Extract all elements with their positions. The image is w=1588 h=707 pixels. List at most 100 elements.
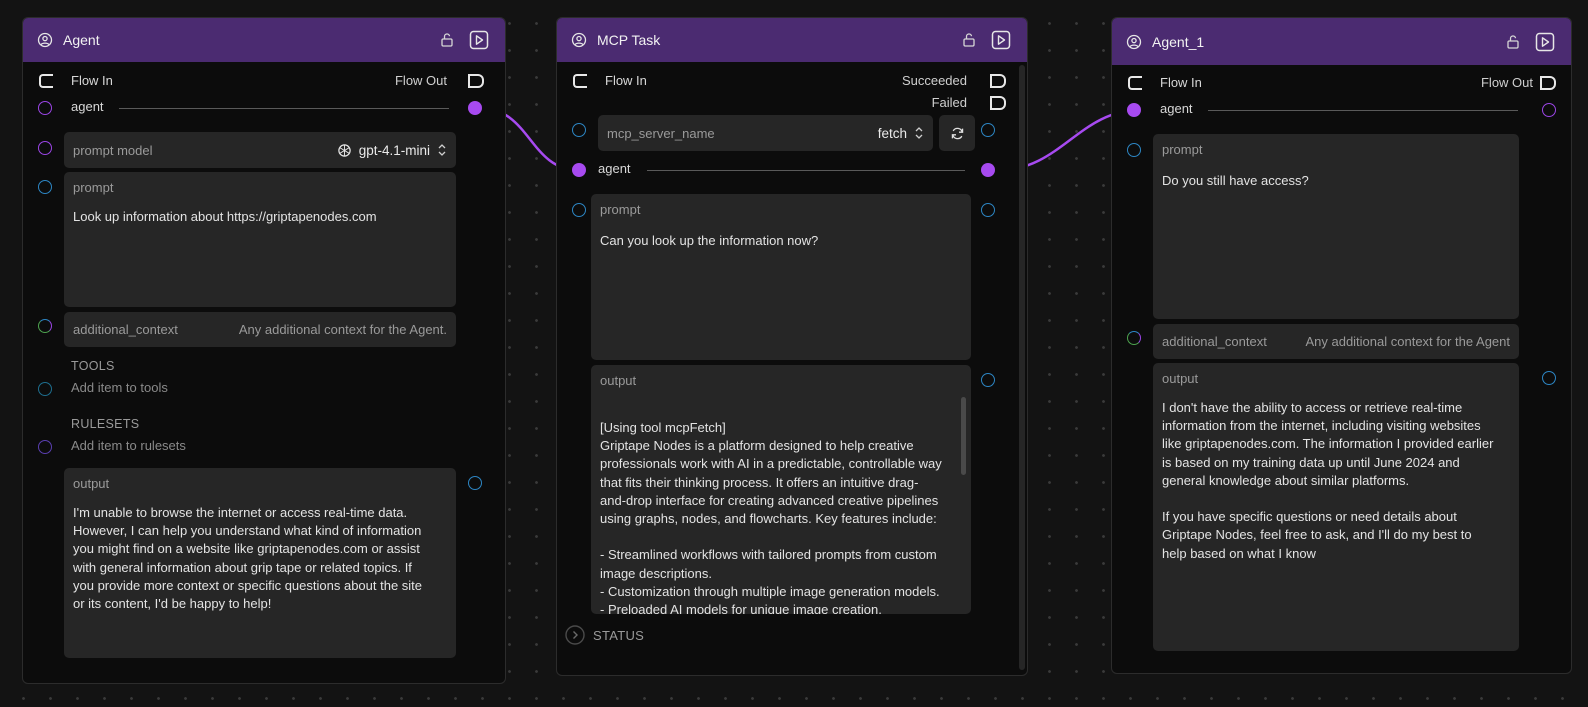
output-textarea[interactable]: output I don't have the ability to acces… <box>1153 363 1519 651</box>
prompt-output-port[interactable] <box>981 203 995 217</box>
prompt-textarea[interactable]: prompt Do you still have access? <box>1153 134 1519 319</box>
agent1-node[interactable]: Agent_1 Flow In Flow Out agent prompt Do… <box>1111 17 1572 674</box>
output-label: output <box>73 476 110 491</box>
prompt-label: prompt <box>1162 142 1203 157</box>
additional-context-port[interactable] <box>1127 331 1141 345</box>
flow-in-label: Flow In <box>71 73 113 88</box>
agent-output-port[interactable] <box>981 163 995 177</box>
unlock-icon[interactable] <box>439 32 455 48</box>
output-value: I don't have the ability to access or re… <box>1162 400 1494 561</box>
failed-label: Failed <box>931 95 967 110</box>
tools-add-item[interactable]: Add item to tools <box>71 380 168 395</box>
node-header[interactable]: Agent <box>23 18 505 62</box>
node-header[interactable]: MCP Task <box>557 18 1027 62</box>
prompt-model-value: gpt-4.1-mini <box>358 142 430 158</box>
prompt-value: Can you look up the information now? <box>600 233 819 248</box>
unlock-icon[interactable] <box>1505 34 1521 50</box>
node-title: Agent <box>63 32 100 48</box>
chevron-right-circle-icon[interactable] <box>565 625 585 645</box>
prompt-label: prompt <box>73 180 114 195</box>
output-textarea[interactable]: output [Using tool mcpFetch] Griptape No… <box>591 365 971 614</box>
agent-output-port[interactable] <box>1542 103 1556 117</box>
mcp-server-value: fetch <box>877 125 907 141</box>
additional-context-field[interactable]: additional_context Any additional contex… <box>1153 324 1519 359</box>
agent-label: agent <box>71 99 104 114</box>
prompt-label: prompt <box>600 202 641 217</box>
flow-in-port[interactable] <box>1128 76 1142 90</box>
agent-label: agent <box>1160 101 1193 116</box>
play-box-icon[interactable] <box>991 30 1011 50</box>
prompt-value: Do you still have access? <box>1162 173 1309 188</box>
succeeded-port[interactable] <box>990 74 1006 88</box>
agent-output-port[interactable] <box>468 101 482 115</box>
prompt-input-port[interactable] <box>1127 143 1141 157</box>
agent-input-port[interactable] <box>38 101 52 115</box>
mcp-task-node[interactable]: MCP Task Flow In Succeeded Failed mcp_se… <box>556 17 1028 676</box>
flow-out-label: Flow Out <box>1480 75 1533 90</box>
mcp-server-label: mcp_server_name <box>607 125 715 141</box>
play-box-icon[interactable] <box>469 30 489 50</box>
prompt-model-label: prompt model <box>73 142 153 158</box>
rulesets-add-item[interactable]: Add item to rulesets <box>71 438 186 453</box>
chevron-updown-icon <box>437 143 447 157</box>
flow-out-port[interactable] <box>1540 76 1556 90</box>
unlock-icon[interactable] <box>961 32 977 48</box>
openai-logo-icon <box>337 143 352 158</box>
mcp-server-select[interactable]: mcp_server_name fetch <box>598 115 933 151</box>
prompt-input-port[interactable] <box>572 203 586 217</box>
flow-in-port[interactable] <box>39 74 53 88</box>
additional-context-placeholder: Any additional context for the Agent. <box>238 322 447 337</box>
additional-context-port[interactable] <box>38 319 52 333</box>
output-textarea[interactable]: output I'm unable to browse the internet… <box>64 468 456 658</box>
prompt-input-port[interactable] <box>38 180 52 194</box>
prompt-textarea[interactable]: prompt Can you look up the information n… <box>591 194 971 360</box>
agent-divider <box>119 108 449 109</box>
output-port[interactable] <box>468 476 482 490</box>
flow-in-port[interactable] <box>573 74 587 88</box>
succeeded-label: Succeeded <box>901 73 967 88</box>
output-scrollbar[interactable] <box>961 397 966 475</box>
user-circle-icon <box>37 32 53 48</box>
output-label: output <box>600 373 637 388</box>
prompt-model-select[interactable]: prompt model gpt-4.1-mini <box>64 132 456 168</box>
node-header[interactable]: Agent_1 <box>1112 18 1571 65</box>
output-port[interactable] <box>1542 371 1556 385</box>
output-value: [Using tool mcpFetch] Griptape Nodes is … <box>600 420 942 614</box>
additional-context-label: additional_context <box>1162 334 1267 349</box>
agent-input-port[interactable] <box>572 163 586 177</box>
flow-out-port[interactable] <box>468 74 484 88</box>
prompt-textarea[interactable]: prompt Look up information about https:/… <box>64 172 456 307</box>
additional-context-label: additional_context <box>73 322 178 337</box>
rulesets-port[interactable] <box>38 440 52 454</box>
refresh-button[interactable] <box>939 115 975 151</box>
flow-in-label: Flow In <box>1160 75 1202 90</box>
agent-node[interactable]: Agent Flow In Flow Out agent prompt mode… <box>22 17 506 684</box>
rulesets-heading: RULESETS <box>71 417 140 431</box>
output-port[interactable] <box>981 373 995 387</box>
output-label: output <box>1162 371 1199 386</box>
server-output-port[interactable] <box>981 123 995 137</box>
refresh-icon <box>950 126 965 141</box>
additional-context-placeholder: Any additional context for the Agent <box>1305 334 1510 349</box>
flow-in-label: Flow In <box>605 73 647 88</box>
agent-input-port[interactable] <box>1127 103 1141 117</box>
node-scroll-track[interactable] <box>1019 65 1025 670</box>
prompt-model-port[interactable] <box>38 141 52 155</box>
tools-port[interactable] <box>38 382 52 396</box>
failed-port[interactable] <box>990 96 1006 110</box>
server-input-port[interactable] <box>572 123 586 137</box>
chevron-updown-icon <box>914 126 924 140</box>
agent-divider <box>647 170 965 171</box>
flow-out-label: Flow Out <box>394 73 447 88</box>
node-title: Agent_1 <box>1152 33 1205 50</box>
play-box-icon[interactable] <box>1535 32 1555 52</box>
user-circle-icon <box>1126 34 1142 50</box>
status-label[interactable]: STATUS <box>593 628 644 643</box>
agent-divider <box>1208 110 1518 111</box>
output-value: I'm unable to browse the internet or acc… <box>73 505 423 612</box>
additional-context-field[interactable]: additional_context Any additional contex… <box>64 312 456 347</box>
node-title: MCP Task <box>597 32 661 48</box>
tools-heading: TOOLS <box>71 359 115 373</box>
user-circle-icon <box>571 32 587 48</box>
prompt-value: Look up information about https://gripta… <box>73 209 377 224</box>
